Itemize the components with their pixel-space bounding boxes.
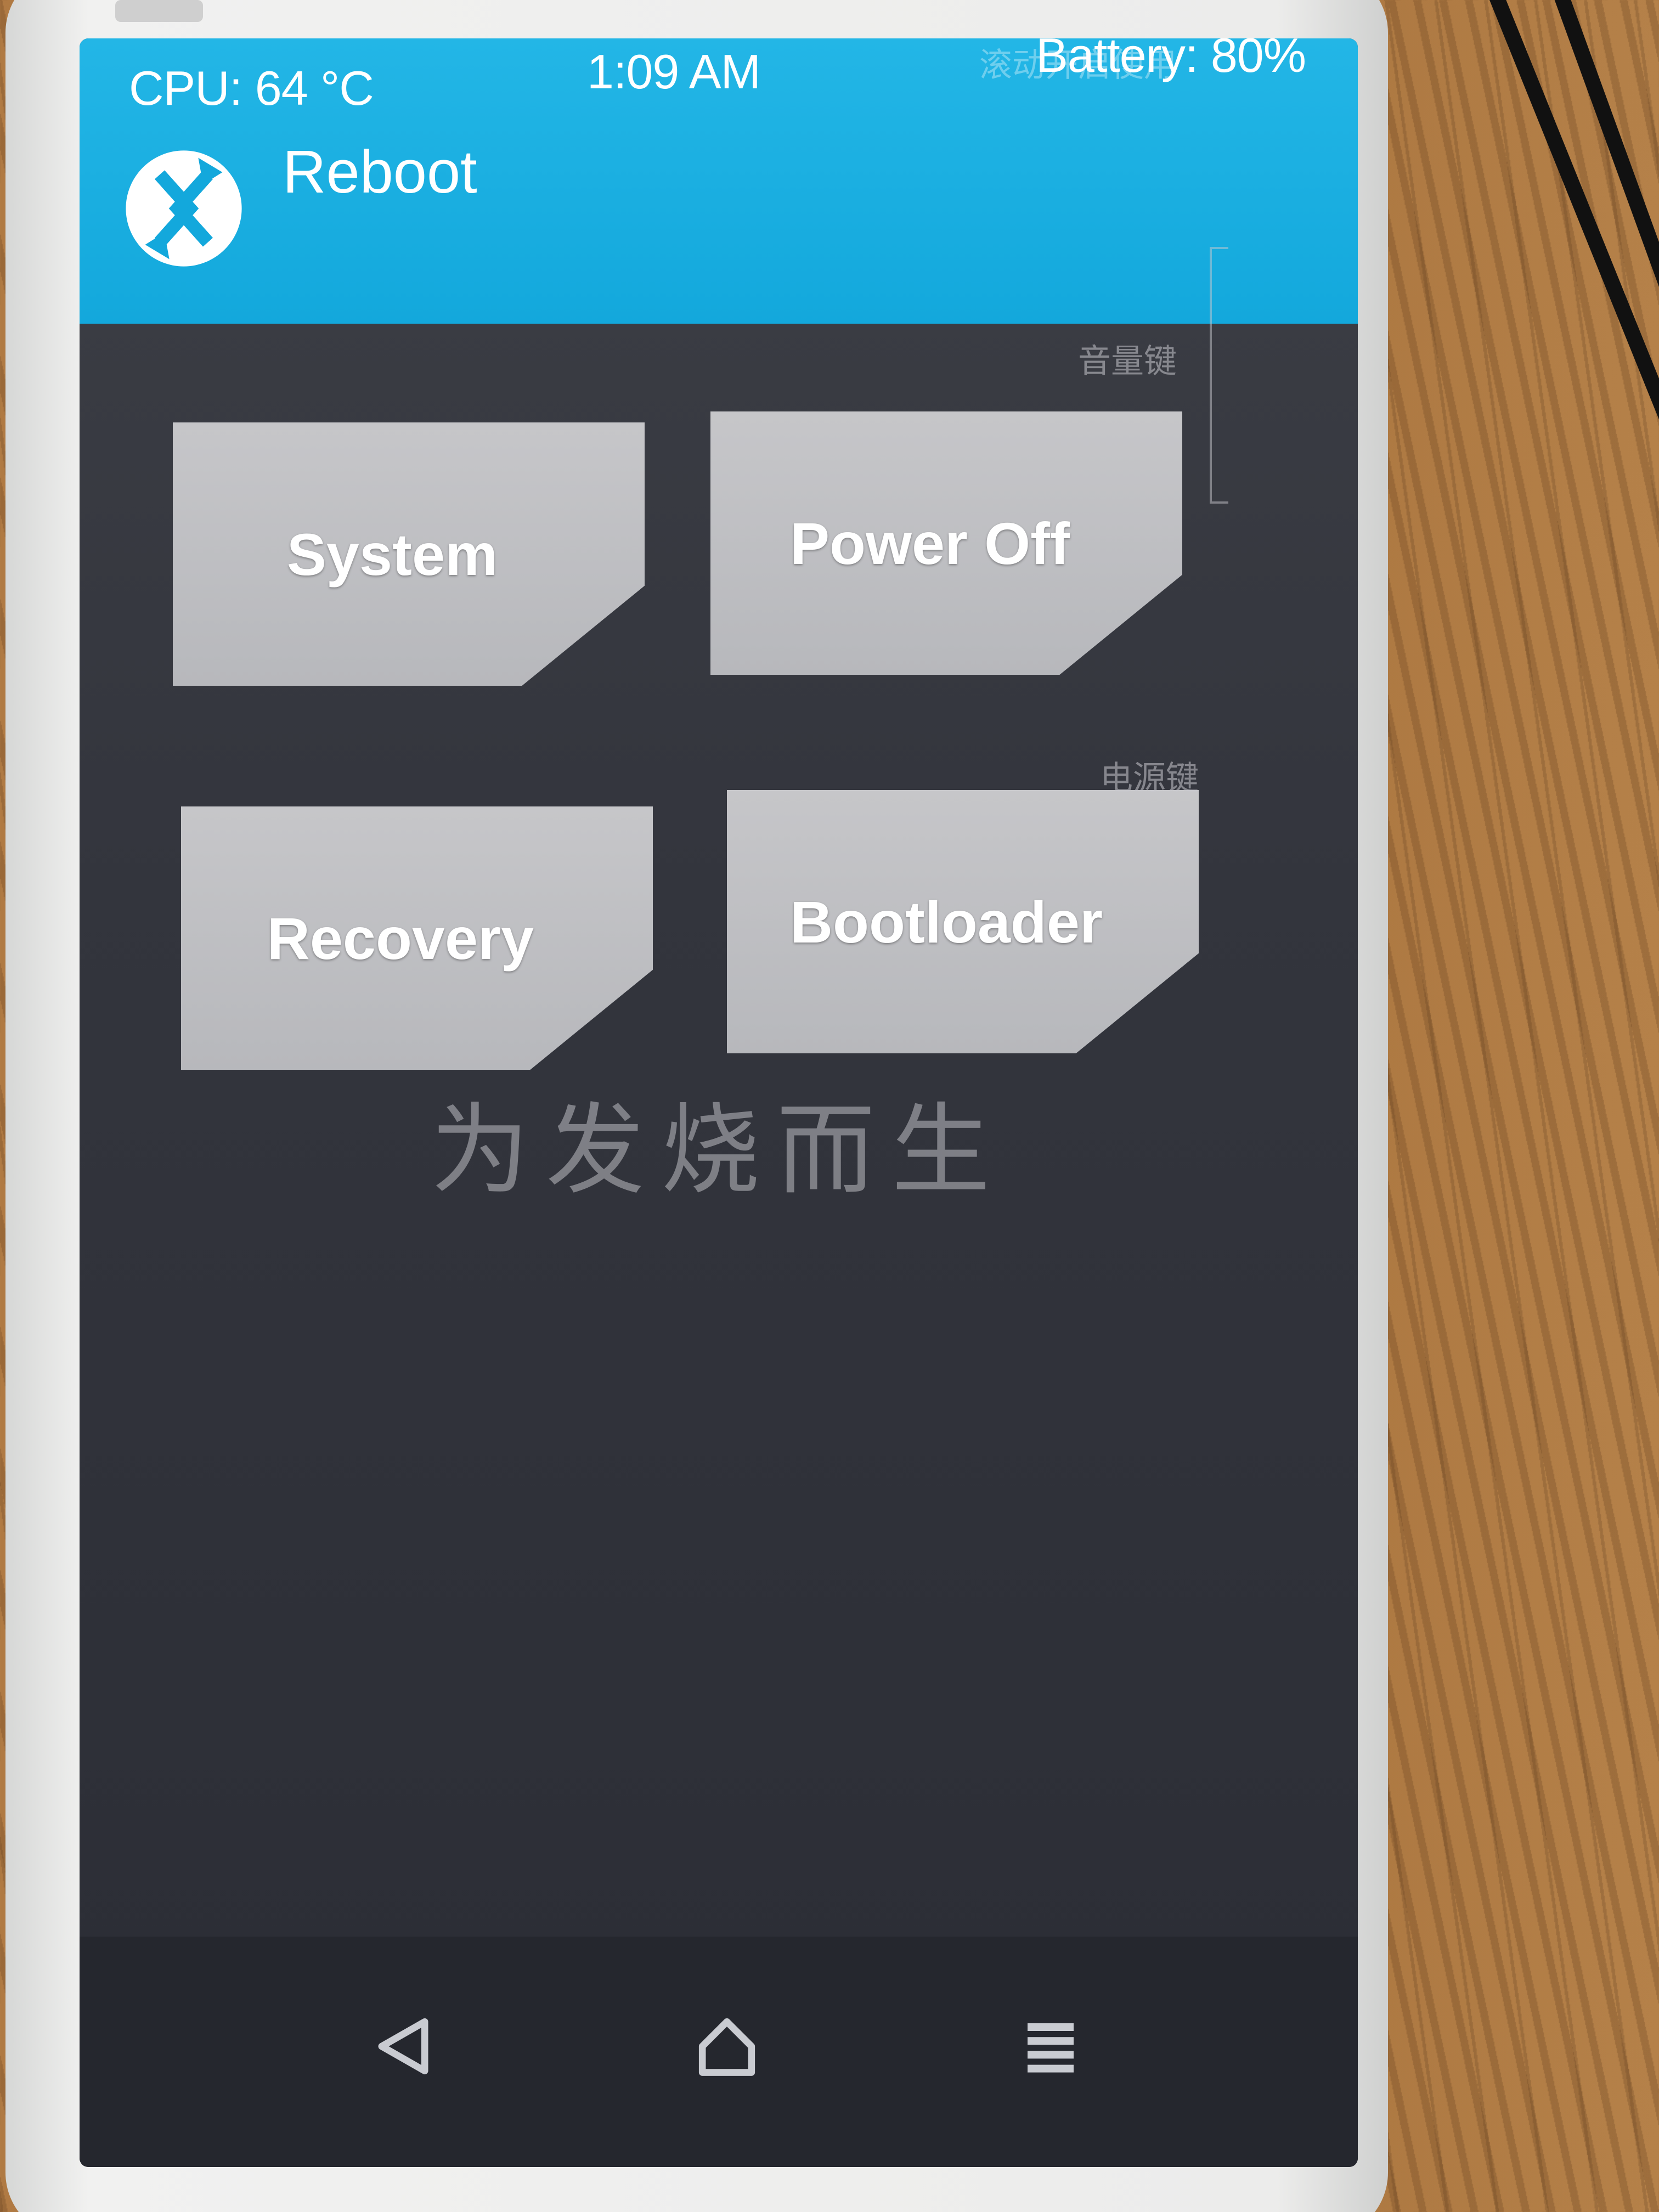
twrp-logo-icon	[126, 150, 242, 267]
slogan-watermark: 为发烧而生	[431, 1093, 1007, 1208]
back-triangle-icon	[378, 2018, 428, 2075]
power-off-label: Power Off	[789, 510, 1070, 577]
reboot-recovery-button[interactable]: Recovery	[181, 806, 653, 1070]
menu-lines-icon	[1028, 2023, 1074, 2073]
header-bar: CPU: 64 °C 1:09 AM Battery: 80% Reboot 滚…	[80, 38, 1358, 324]
clock: 1:09 AM	[587, 44, 761, 99]
screen-protector-text: 滚动开启使用	[979, 46, 1177, 84]
phone-camera	[115, 0, 203, 22]
reboot-recovery-label: Recovery	[267, 905, 534, 972]
reboot-bootloader-button[interactable]: Bootloader	[727, 790, 1199, 1053]
power-off-button[interactable]: Power Off	[710, 411, 1182, 675]
reboot-system-button[interactable]: System	[173, 422, 645, 686]
usb-cable	[1482, 0, 1659, 541]
phone-body: CPU: 64 °C 1:09 AM Battery: 80% Reboot 滚…	[5, 0, 1388, 2212]
power-key-label: 电源键	[1100, 759, 1199, 798]
volume-key-bracket	[1210, 247, 1228, 504]
page-title: Reboot	[283, 138, 477, 206]
home-icon	[698, 2018, 755, 2076]
home-button[interactable]	[689, 2008, 765, 2085]
back-button[interactable]	[365, 2008, 442, 2085]
navigation-bar	[80, 1937, 1358, 2167]
volume-key-label: 音量键	[1078, 342, 1177, 381]
cpu-temperature: CPU: 64 °C	[129, 61, 374, 115]
twrp-screen: CPU: 64 °C 1:09 AM Battery: 80% Reboot 滚…	[80, 38, 1358, 2167]
menu-button[interactable]	[1012, 2008, 1089, 2085]
reboot-bootloader-label: Bootloader	[789, 888, 1103, 955]
usb-cable-2	[1547, 0, 1659, 651]
reboot-system-label: System	[286, 521, 498, 588]
